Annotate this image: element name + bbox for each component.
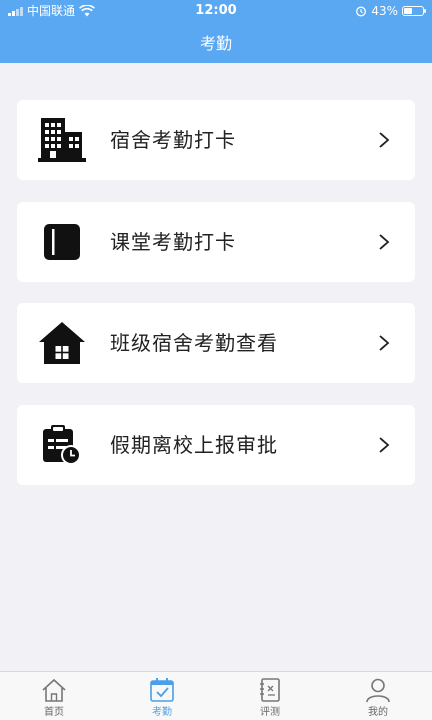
tab-home[interactable]: 首页 <box>0 672 108 720</box>
tab-evaluation[interactable]: 评测 <box>216 672 324 720</box>
menu-item-label: 宿舍考勤打卡 <box>110 128 236 152</box>
menu-item-label: 假期离校上报审批 <box>110 433 278 457</box>
alarm-icon <box>356 6 367 17</box>
page-title: 考勤 <box>199 34 232 53</box>
menu-item-dorm-attendance[interactable]: 宿舍考勤打卡 <box>17 100 415 180</box>
status-bar: 中国联通 12:00 43% <box>0 0 432 22</box>
chevron-right-icon <box>379 132 390 148</box>
book-icon <box>37 218 87 266</box>
tab-label: 我的 <box>368 707 388 718</box>
building-icon <box>37 116 87 164</box>
menu-item-leave-approval[interactable]: 假期离校上报审批 <box>17 405 415 485</box>
menu-item-label: 班级宿舍考勤查看 <box>110 331 278 355</box>
tab-attendance[interactable]: 考勤 <box>108 672 216 720</box>
status-right: 43% <box>355 0 426 22</box>
tab-label: 首页 <box>44 707 64 718</box>
tab-mine[interactable]: 我的 <box>324 672 432 720</box>
menu-item-class-dorm-view[interactable]: 班级宿舍考勤查看 <box>17 303 415 383</box>
tab-bar: 首页 考勤 评测 我的 <box>0 671 432 720</box>
chevron-right-icon <box>379 234 390 250</box>
chevron-right-icon <box>379 437 390 453</box>
home-icon <box>42 678 66 702</box>
notebook-icon <box>260 678 280 702</box>
menu-item-label: 课堂考勤打卡 <box>110 230 236 254</box>
calendar-check-icon <box>150 678 174 702</box>
header: 中国联通 12:00 43% 考勤 <box>0 0 432 63</box>
tab-label: 评测 <box>260 707 280 718</box>
person-icon <box>366 678 390 703</box>
tab-label: 考勤 <box>152 707 172 718</box>
house-icon <box>37 319 87 367</box>
battery-percent: 43% <box>371 4 398 18</box>
clipboard-clock-icon <box>37 421 87 469</box>
menu-item-class-attendance[interactable]: 课堂考勤打卡 <box>17 202 415 282</box>
battery-icon <box>402 6 426 16</box>
chevron-right-icon <box>379 335 390 351</box>
